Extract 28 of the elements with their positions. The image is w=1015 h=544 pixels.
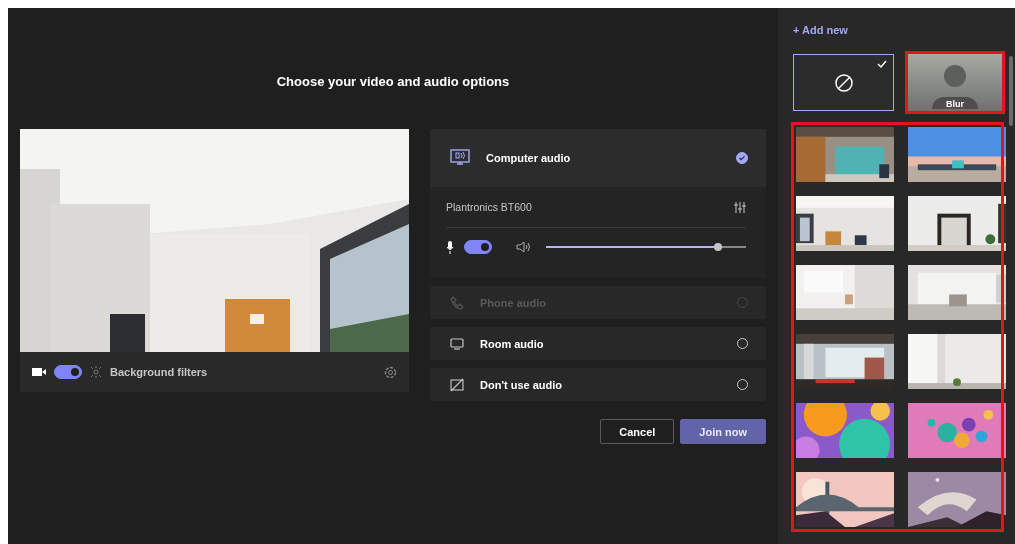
scrollbar[interactable] <box>1009 56 1013 126</box>
camera-toggle[interactable] <box>54 365 82 379</box>
settings-icon[interactable] <box>384 365 397 379</box>
microphone-icon <box>446 240 454 254</box>
audio-option[interactable]: Don't use audio <box>430 368 766 401</box>
microphone-toggle[interactable] <box>464 240 492 254</box>
none-icon <box>833 72 854 93</box>
blur-label: Blur <box>932 97 978 109</box>
speaker-off-icon <box>450 377 464 392</box>
add-new-link[interactable]: + Add new <box>793 20 848 40</box>
join-button[interactable]: Join now <box>680 419 766 444</box>
monitor-speaker-icon <box>450 149 470 167</box>
selected-check-icon <box>736 152 748 164</box>
monitor-icon <box>450 337 464 350</box>
audio-option[interactable]: Computer audio <box>430 129 766 187</box>
background-filters-label[interactable]: Background filters <box>110 366 376 378</box>
camera-icon <box>32 367 46 377</box>
filters-icon <box>90 366 102 378</box>
no-background-tile[interactable] <box>793 54 894 111</box>
audio-option[interactable]: Room audio <box>430 327 766 360</box>
speaker-icon <box>516 242 532 252</box>
equalizer-icon[interactable] <box>734 201 746 213</box>
dialog-title: Choose your video and audio options <box>276 74 510 89</box>
blur-tile[interactable]: Blur <box>908 54 1002 111</box>
check-icon <box>877 60 887 68</box>
cancel-button[interactable]: Cancel <box>600 419 675 444</box>
device-name: Plantronics BT600 <box>446 201 533 213</box>
phone-icon <box>450 295 464 310</box>
